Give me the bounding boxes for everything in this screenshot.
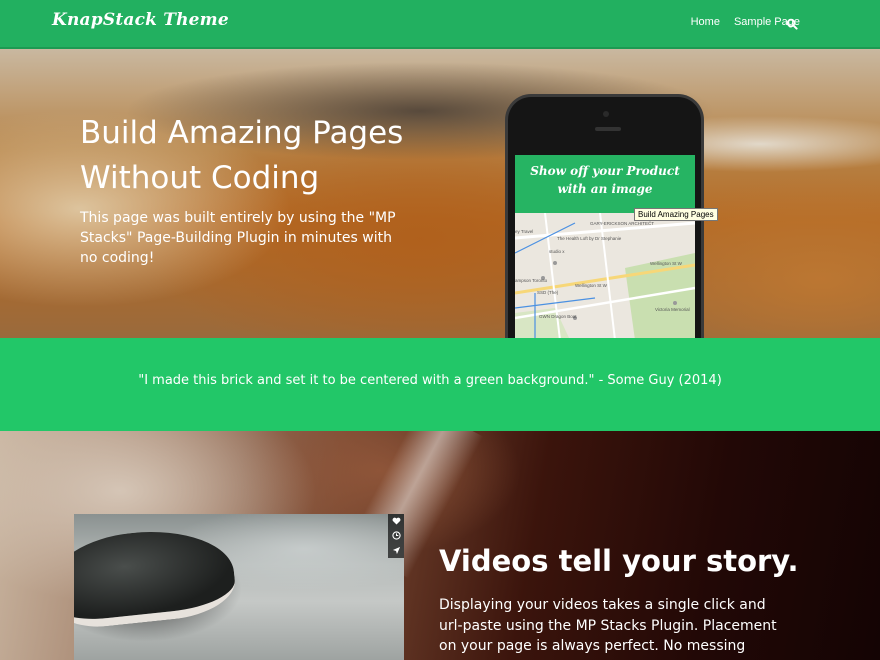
map-label: ampson Toronto [515, 278, 548, 283]
phone-speaker [595, 127, 621, 131]
map-label: Victoria Memorial [655, 307, 690, 312]
video-player[interactable] [74, 514, 404, 660]
main-nav: Home Sample Page [677, 16, 800, 28]
quote-text: "I made this brick and set it to be cent… [138, 373, 722, 388]
map-label: The Health Loft by Dr Stephanie [557, 236, 622, 241]
map-label: SSD (The) [537, 290, 559, 295]
video-section: Videos tell your story. Displaying your … [0, 431, 880, 660]
video-thumbnail-image [74, 522, 239, 632]
hero-title: Build Amazing Pages Without Coding [80, 115, 404, 196]
image-tooltip: Build Amazing Pages [634, 208, 718, 221]
hero-section: Build Amazing Pages Without Coding This … [0, 49, 880, 338]
clock-icon[interactable] [391, 531, 401, 540]
map-label: studio x [549, 249, 565, 254]
heart-icon[interactable] [392, 517, 401, 525]
screen-banner: Show off your Product with an image [515, 155, 695, 213]
video-controls [388, 514, 404, 558]
phone-camera [603, 111, 609, 117]
quote-section: "I made this brick and set it to be cent… [0, 338, 880, 431]
hero-description: This page was built entirely by using th… [80, 210, 396, 266]
video-heading: Videos tell your story. [439, 544, 799, 578]
phone-screen: Show off your Product with an image GARY… [515, 155, 695, 338]
map-graphic [515, 212, 695, 338]
send-icon[interactable] [392, 546, 401, 555]
search-icon[interactable] [786, 15, 800, 30]
map-label: ey Travel [515, 229, 534, 234]
site-title[interactable]: KnapStack Theme [52, 10, 229, 30]
site-header: KnapStack Theme Home Sample Page [0, 0, 880, 49]
screen-banner-text: Show off your Product with an image [530, 164, 680, 196]
map-image: GARY-ERICKSON ARCHITECT Compose Troublem… [515, 212, 695, 338]
map-label: GWN Dragon Boat [539, 314, 577, 319]
video-description: Displaying your videos takes a single cl… [439, 597, 777, 660]
nav-item-home[interactable]: Home [691, 16, 720, 28]
map-label: Wellington St W [650, 261, 682, 266]
map-label: Wellington St W [575, 283, 607, 288]
